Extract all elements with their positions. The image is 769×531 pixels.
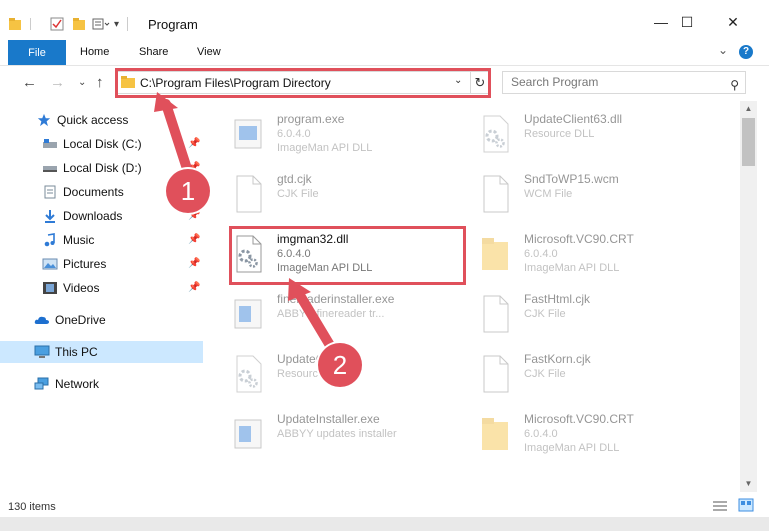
status-bar: 130 items — [0, 493, 769, 517]
item-count: 130 items — [8, 501, 56, 513]
window-bottom-edge — [0, 517, 769, 531]
arrow-1 — [161, 99, 195, 183]
details-view-icon[interactable] — [712, 500, 728, 512]
large-icons-view-icon[interactable] — [738, 498, 754, 512]
arrow-1-head — [154, 92, 178, 112]
annotation-arrows — [154, 92, 339, 357]
arrow-2 — [293, 287, 339, 357]
step-1-badge: 1 — [166, 169, 210, 213]
step-2-badge: 2 — [318, 343, 362, 387]
